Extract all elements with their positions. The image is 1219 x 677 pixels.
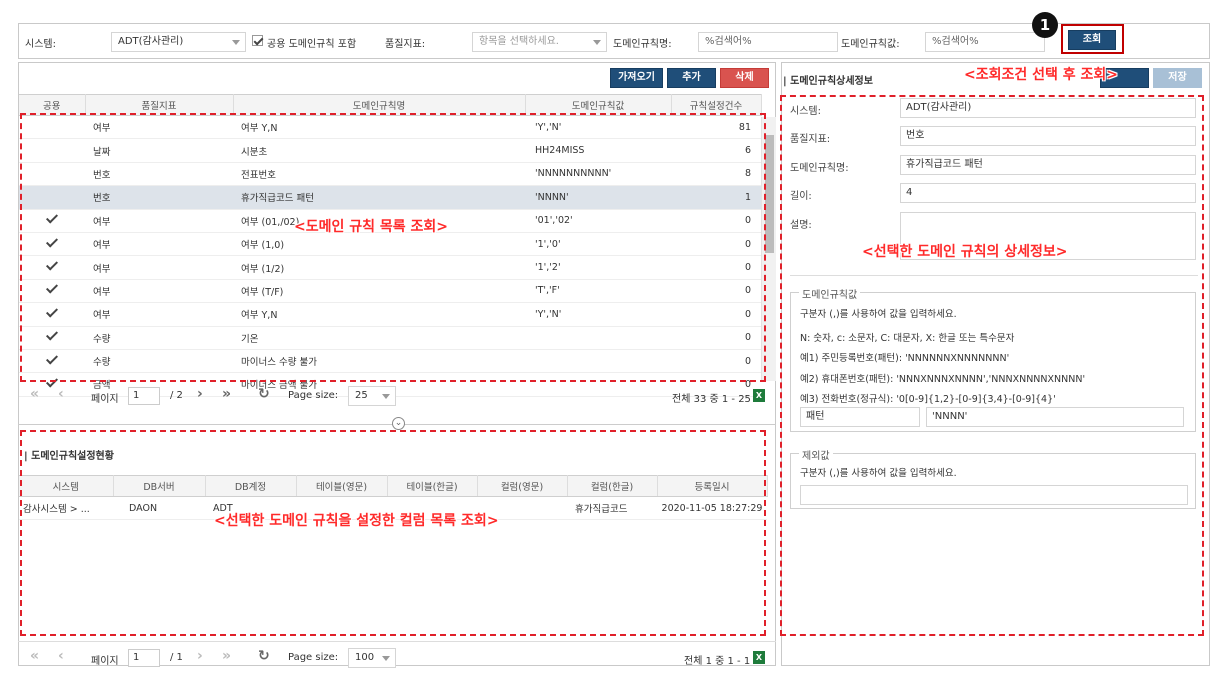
rule-name-label: 도메인규칙명: (613, 39, 672, 50)
scrollbar-thumb[interactable] (765, 135, 774, 253)
column-list-highlight (20, 430, 766, 636)
first-page-icon[interactable]: « (30, 648, 39, 664)
chevron-down-icon (382, 394, 390, 399)
save-button[interactable]: 저장 (1153, 68, 1202, 88)
page-input[interactable]: 1 (128, 649, 160, 667)
delete-button[interactable]: 삭제 (720, 68, 769, 88)
page-size-value: 25 (355, 390, 368, 401)
rule-list-annotation: <도메인 규칙 목록 조회> (294, 219, 449, 235)
common-rule-checkbox[interactable] (252, 35, 263, 46)
total-pages: / 1 (170, 652, 183, 663)
page-input[interactable]: 1 (128, 387, 160, 405)
chevron-down-icon (382, 656, 390, 661)
refresh-icon[interactable]: ↻ (258, 386, 270, 402)
system-label: 시스템: (25, 39, 56, 50)
detail-title: | 도메인규칙상세정보 (783, 76, 873, 87)
rule-value-input[interactable]: %검색어% (925, 32, 1045, 52)
page-label: 페이지 (91, 656, 119, 667)
chevron-down-icon (232, 40, 240, 45)
quality-label: 품질지표: (385, 39, 426, 50)
column-list-annotation: <선택한 도메인 규칙을 설정한 컬럼 목록 조회> (214, 513, 499, 529)
next-page-icon[interactable]: › (197, 386, 203, 402)
detail-annotation: <선택한 도메인 규칙의 상세정보> (862, 244, 1068, 260)
page-size-label: Page size: (288, 390, 339, 401)
detail-highlight (780, 95, 1204, 636)
quality-select-placeholder: 항목을 선택하세요. (479, 36, 559, 47)
search-highlight-box (1061, 24, 1124, 54)
grid-summary: 전체 1 중 1 - 1 (684, 656, 751, 667)
total-pages: / 2 (170, 390, 183, 401)
search-annotation: <조회조건 선택 후 조회> (964, 67, 1119, 83)
step-badge: 1 (1032, 12, 1058, 38)
excel-export-icon[interactable]: X (753, 389, 765, 402)
common-rule-label: 공용 도메인규칙 포함 (267, 39, 357, 50)
page-label: 페이지 (91, 394, 119, 405)
detail-title-text: 도메인규칙상세정보 (790, 76, 873, 87)
last-page-icon[interactable]: » (222, 386, 231, 402)
last-page-icon[interactable]: » (222, 648, 231, 664)
chevron-down-icon (593, 40, 601, 45)
excel-export-icon[interactable]: X (753, 651, 765, 664)
page-size-select[interactable]: 100 (348, 648, 396, 668)
add-button[interactable]: 추가 (667, 68, 716, 88)
pager-divider (18, 641, 776, 642)
search-bar: 시스템: ADT(감사관리) 공용 도메인규칙 포함 품질지표: 항목을 선택하… (18, 23, 1210, 59)
first-page-icon[interactable]: « (30, 386, 39, 402)
rule-name-input[interactable]: %검색어% (698, 32, 838, 52)
collapse-toggle-icon[interactable]: ⌄ (392, 417, 405, 430)
quality-select[interactable]: 항목을 선택하세요. (472, 32, 607, 52)
page-size-select[interactable]: 25 (348, 386, 396, 406)
prev-page-icon[interactable]: ‹ (58, 648, 64, 664)
grid-summary: 전체 33 중 1 - 25 (672, 394, 751, 405)
rule-value-label: 도메인규칙값: (841, 39, 900, 50)
next-page-icon[interactable]: › (197, 648, 203, 664)
page-size-value: 100 (355, 652, 375, 663)
rule-list-highlight (20, 113, 766, 382)
refresh-icon[interactable]: ↻ (258, 648, 270, 664)
system-select-value: ADT(감사관리) (118, 36, 184, 47)
system-select[interactable]: ADT(감사관리) (111, 32, 246, 52)
import-button[interactable]: 가져오기 (610, 68, 663, 88)
prev-page-icon[interactable]: ‹ (58, 386, 64, 402)
page-size-label: Page size: (288, 652, 339, 663)
